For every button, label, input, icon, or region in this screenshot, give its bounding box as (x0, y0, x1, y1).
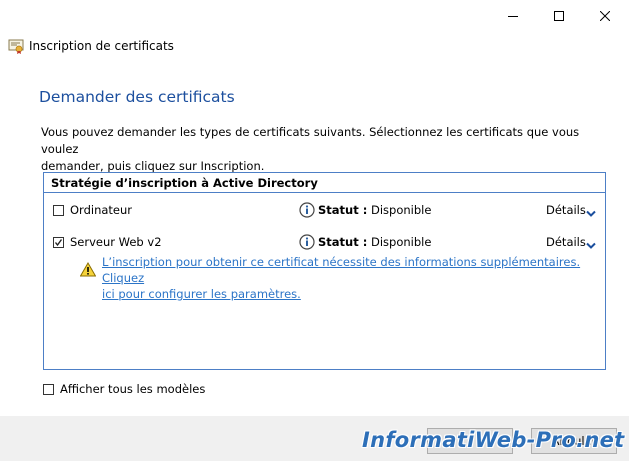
policy-header: Stratégie d’inscription à Active Directo… (44, 173, 605, 193)
show-all-checkbox[interactable] (43, 384, 54, 395)
certificate-row-serveur-web: Serveur Web v2 Statut : Disponible Détai… (44, 233, 605, 255)
certificate-label: Serveur Web v2 (70, 235, 162, 249)
show-all-templates-option[interactable]: Afficher tous les modèles (43, 381, 343, 399)
warning-line-1: L’inscription pour obtenir ce certificat… (102, 255, 581, 285)
status-value: Disponible (370, 203, 432, 217)
close-button[interactable] (582, 0, 628, 32)
details-label: Détails (546, 203, 586, 217)
certificate-row-ordinateur: Ordinateur Statut : Disponible Détails (44, 201, 605, 223)
page-heading: Demander des certificats (39, 88, 235, 106)
details-label: Détails (546, 235, 586, 249)
window-title: Inscription de certificats (29, 39, 174, 53)
maximize-button[interactable] (536, 0, 582, 32)
maximize-icon (554, 11, 564, 21)
warning-line-2: ici pour configurer les paramètres. (102, 287, 301, 301)
show-all-label: Afficher tous les modèles (60, 382, 206, 396)
intro-line-1: Vous pouvez demander les types de certif… (41, 125, 580, 156)
status-label: Statut : (318, 203, 368, 217)
close-icon (600, 11, 610, 21)
chevron-down-icon[interactable] (586, 239, 596, 249)
certificate-label: Ordinateur (70, 203, 133, 217)
chevron-down-icon[interactable] (586, 207, 596, 217)
serveur-web-checkbox[interactable] (53, 237, 64, 248)
status-label: Statut : (318, 235, 368, 249)
details-button[interactable]: Détails (546, 203, 586, 217)
certificate-icon (8, 38, 24, 54)
details-button[interactable]: Détails (546, 235, 586, 249)
ordinateur-checkbox[interactable] (53, 205, 64, 216)
status-text: Statut : Disponible (318, 235, 431, 249)
status-value: Disponible (370, 235, 432, 249)
configure-settings-link[interactable]: L’inscription pour obtenir ce certificat… (102, 254, 587, 302)
warning-icon (79, 261, 97, 277)
checkmark-icon (54, 239, 63, 247)
enrollment-policy-group: Stratégie d’inscription à Active Directo… (43, 172, 606, 370)
minimize-icon (508, 16, 518, 17)
status-text: Statut : Disponible (318, 203, 431, 217)
info-icon (299, 202, 315, 218)
info-icon (299, 234, 315, 250)
watermark: InformatiWeb-Pro.net (362, 428, 625, 452)
intro-text: Vous pouvez demander les types de certif… (41, 124, 601, 175)
minimize-button[interactable] (490, 0, 536, 32)
